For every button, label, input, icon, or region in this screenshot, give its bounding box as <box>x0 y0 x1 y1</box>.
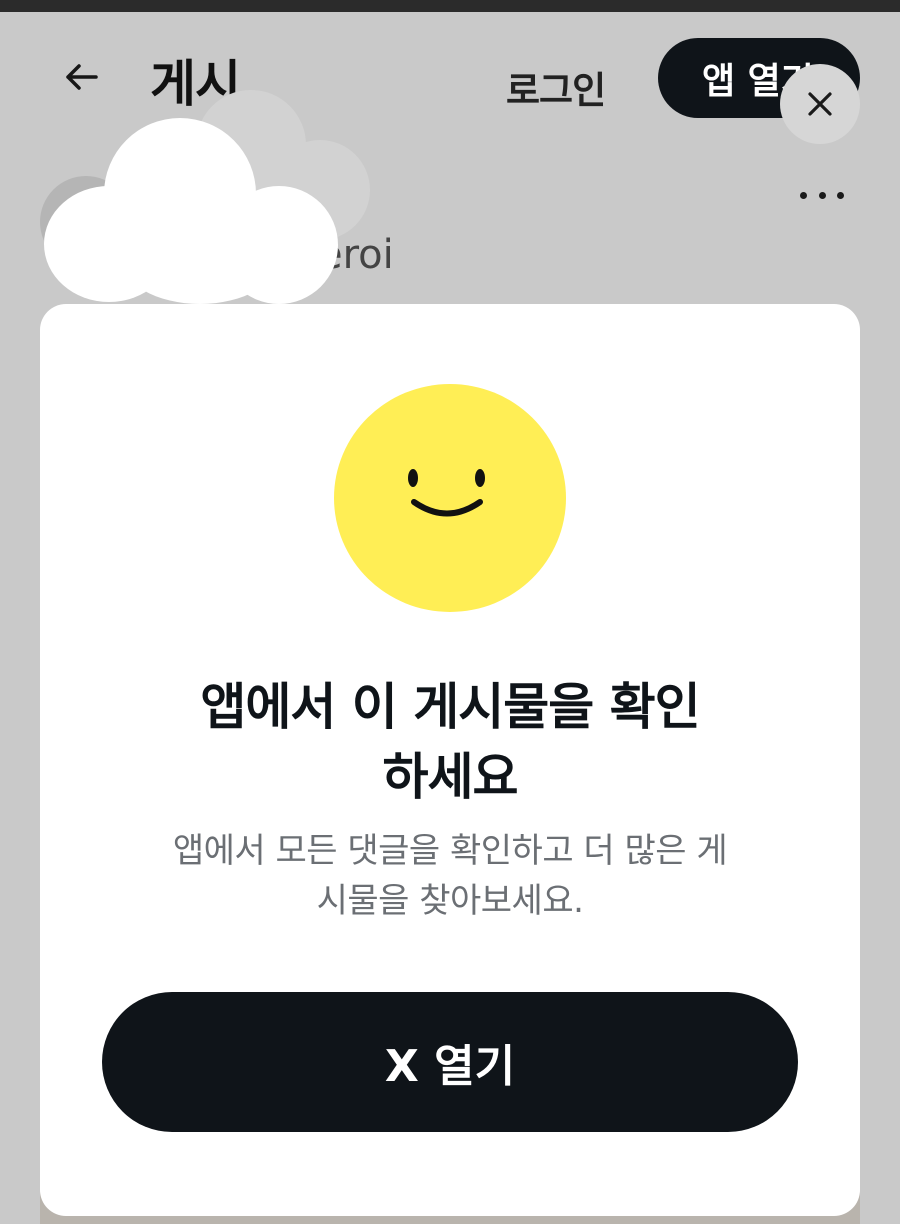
headline-line-2: 하세요 <box>382 748 519 806</box>
more-dots-icon[interactable] <box>800 180 844 210</box>
dialog-subtext: 앱에서 모든 댓글을 확인하고 더 많은 게 시물을 찾아보세요. <box>100 826 800 926</box>
open-in-app-dialog: 앱에서 이 게시물을 확인 하세요 앱에서 모든 댓글을 확인하고 더 많은 게… <box>40 304 860 1216</box>
open-x-button[interactable]: X 열기 <box>102 992 798 1132</box>
top-app-bar: 게시 로그인 앱 열기 <box>0 12 900 152</box>
dialog-headline: 앱에서 이 게시물을 확인 하세요 <box>100 672 800 812</box>
headline-line-1: 앱에서 이 게시물을 확인 <box>200 678 700 736</box>
login-link[interactable]: 로그인 <box>506 60 606 114</box>
back-arrow-icon[interactable] <box>58 54 104 100</box>
close-icon[interactable] <box>780 64 860 144</box>
open-x-button-label: X 열기 <box>384 1041 516 1092</box>
subtext-line-1: 앱에서 모든 댓글을 확인하고 더 많은 게 <box>172 831 728 871</box>
smiley-face-icon <box>334 384 566 612</box>
subtext-line-2: 시물을 찾아보세요. <box>316 881 584 921</box>
status-bar-strip <box>0 0 900 12</box>
